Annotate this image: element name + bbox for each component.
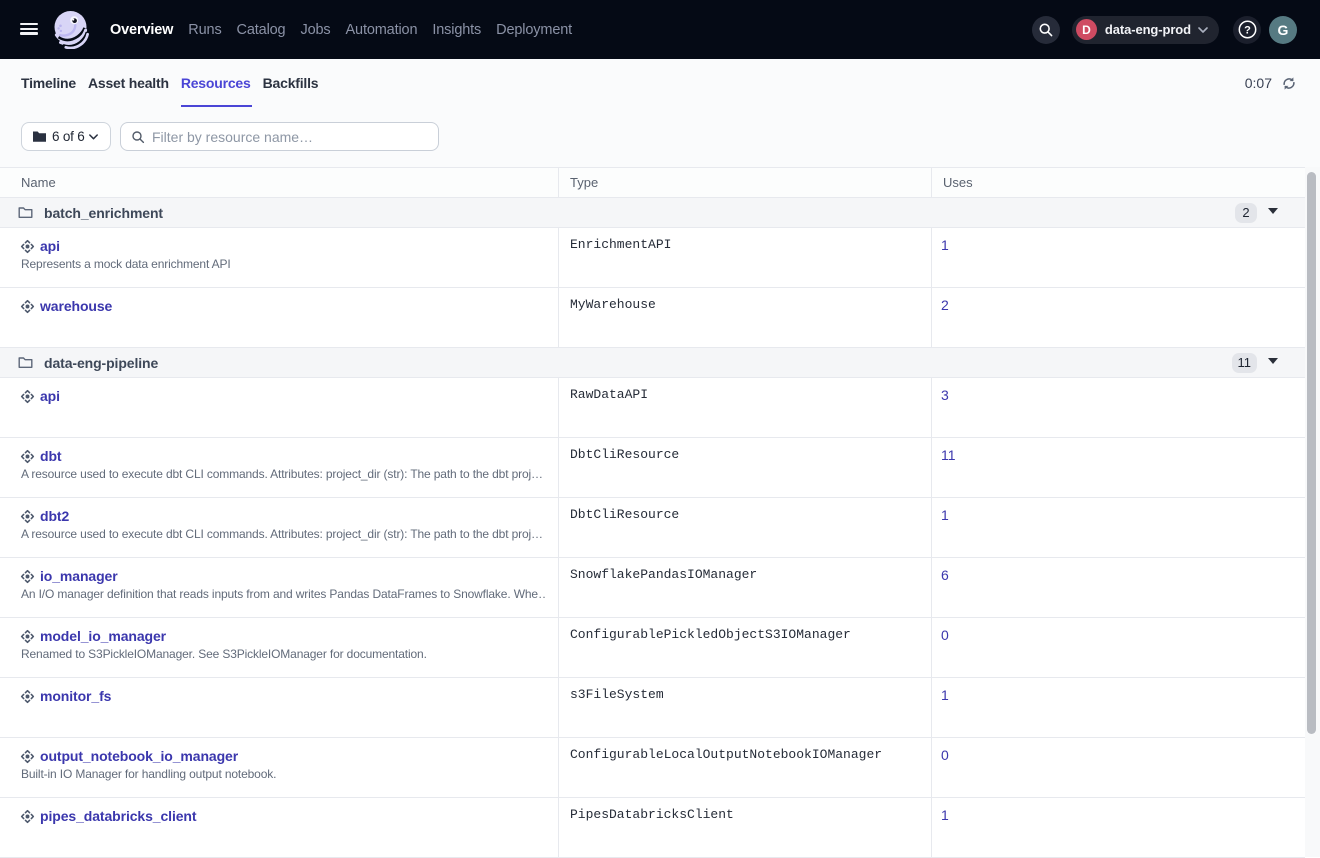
svg-text:?: ? [1244,24,1251,36]
